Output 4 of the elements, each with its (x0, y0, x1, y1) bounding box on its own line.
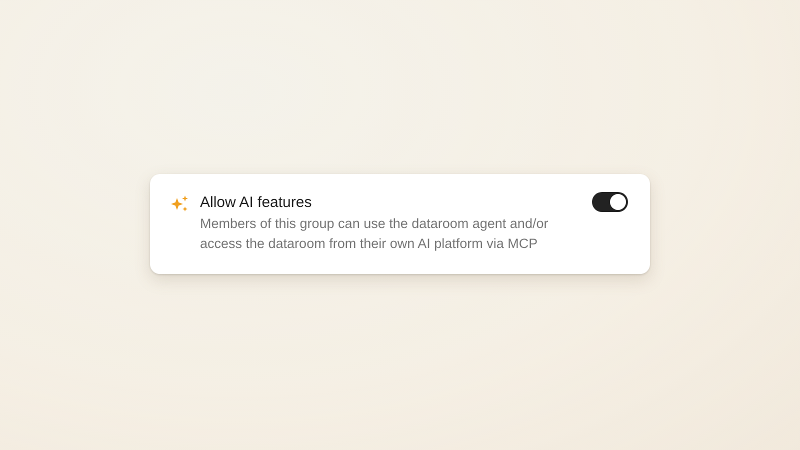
setting-title: Allow AI features (200, 194, 313, 211)
toggle-switch[interactable] (592, 192, 628, 212)
setting-description: Members of this group can use the dataroom agent and/or access the dataroom from their own AI platform via MCP (200, 215, 550, 253)
sparkles-icon (170, 194, 190, 214)
